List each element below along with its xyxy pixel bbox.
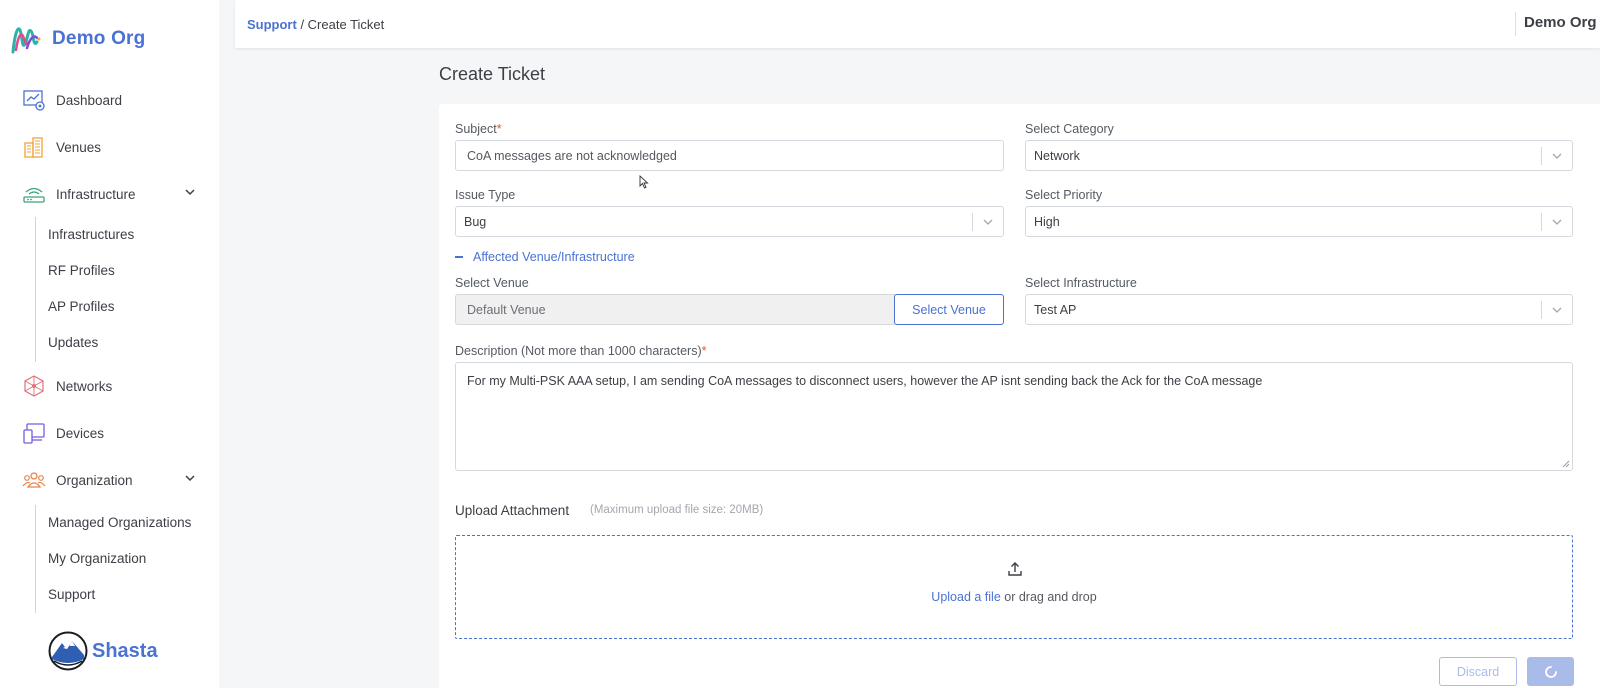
category-select[interactable]: Network <box>1025 140 1573 171</box>
venue-input-value: Default Venue <box>467 302 546 317</box>
sidebar-item-networks[interactable]: Networks <box>22 374 112 398</box>
venues-icon <box>22 135 46 159</box>
select-separator <box>972 213 973 231</box>
topbar: Support / Create Ticket Demo Org <box>235 0 1600 48</box>
devices-icon <box>22 421 46 445</box>
infrastructure-select[interactable]: Test AP <box>1025 294 1573 325</box>
subject-input-value: CoA messages are not acknowledged <box>467 148 677 163</box>
submenu-rail <box>35 217 36 362</box>
sidebar-subitem-rf-profiles[interactable]: RF Profiles <box>48 263 115 278</box>
sidebar-subitem-infrastructures[interactable]: Infrastructures <box>48 227 134 242</box>
chevron-down-icon[interactable] <box>182 470 198 486</box>
priority-select-value: High <box>1034 214 1060 229</box>
upload-file-link[interactable]: Upload a file <box>931 590 1001 604</box>
venue-label: Select Venue <box>455 276 529 290</box>
infrastructure-label: Select Infrastructure <box>1025 276 1137 290</box>
sidebar-item-devices[interactable]: Devices <box>22 421 104 445</box>
venue-input: Default Venue <box>455 294 895 325</box>
collapse-icon <box>455 256 463 258</box>
sidebar-item-label: Devices <box>56 425 105 441</box>
chevron-down-icon[interactable] <box>182 184 198 200</box>
affected-venue-toggle[interactable]: Affected Venue/Infrastructure <box>455 250 635 264</box>
breadcrumb: Support / Create Ticket <box>247 17 384 32</box>
category-select-value: Network <box>1034 148 1080 163</box>
sidebar-item-label: Dashboard <box>56 92 123 108</box>
sidebar-item-label: Venues <box>56 139 102 155</box>
footer-brand-name: Shasta <box>92 639 158 662</box>
upload-hint: (Maximum upload file size: 20MB) <box>590 504 764 516</box>
subject-input[interactable]: CoA messages are not acknowledged <box>455 140 1004 171</box>
affected-venue-toggle-label: Affected Venue/Infrastructure <box>473 250 635 264</box>
org-switcher[interactable]: Demo Org <box>1524 14 1597 31</box>
footer-brand: Shasta <box>48 631 158 671</box>
sidebar-subitem-support[interactable]: Support <box>48 587 95 602</box>
submit-button[interactable] <box>1527 657 1574 686</box>
chevron-down-icon <box>1552 307 1562 313</box>
loading-spinner-icon <box>1544 665 1557 678</box>
org-name: Demo Org <box>52 28 146 49</box>
org-logo-icon <box>11 27 41 54</box>
sidebar-item-organization[interactable]: Organization <box>22 468 197 492</box>
upload-instructions-rest: or drag and drop <box>1000 590 1097 604</box>
sidebar-item-label: Organization <box>56 472 133 488</box>
description-label: Description (Not more than 1000 characte… <box>455 344 707 358</box>
infrastructure-select-value: Test AP <box>1034 302 1077 317</box>
chevron-down-icon <box>1552 153 1562 159</box>
priority-select[interactable]: High <box>1025 206 1573 237</box>
chevron-down-icon <box>983 219 993 225</box>
select-separator <box>1541 147 1542 165</box>
issue-type-select-value: Bug <box>464 214 487 229</box>
submenu-rail <box>35 505 36 613</box>
infrastructure-icon <box>22 182 46 206</box>
shasta-logo-icon <box>48 631 88 671</box>
sidebar-item-dashboard[interactable]: Dashboard <box>22 88 122 112</box>
sidebar-item-label: Infrastructure <box>56 186 136 202</box>
sidebar-subitem-my-organization[interactable]: My Organization <box>48 551 146 566</box>
sidebar-subitem-managed-organizations[interactable]: Managed Organizations <box>48 515 191 530</box>
breadcrumb-separator: / <box>296 17 308 32</box>
description-textarea-value: For my Multi-PSK AAA setup, I am sending… <box>467 374 1263 388</box>
mouse-cursor-icon <box>639 175 649 189</box>
select-separator <box>1541 301 1542 319</box>
chevron-down-icon <box>1552 219 1562 225</box>
upload-instructions: Upload a file or drag and drop <box>456 590 1572 604</box>
select-venue-button[interactable]: Select Venue <box>894 294 1004 325</box>
topbar-divider <box>1515 12 1516 36</box>
sidebar-item-label: Networks <box>56 378 113 394</box>
issue-type-select[interactable]: Bug <box>455 206 1004 237</box>
sidebar-item-infrastructure[interactable]: Infrastructure <box>22 182 197 206</box>
dashboard-icon <box>22 88 46 112</box>
discard-button[interactable]: Discard <box>1439 657 1517 686</box>
sidebar-item-venues[interactable]: Venues <box>22 135 101 159</box>
upload-title: Upload Attachment <box>455 503 570 518</box>
sidebar-subitem-updates[interactable]: Updates <box>48 335 98 350</box>
networks-icon <box>22 374 46 398</box>
breadcrumb-current: Create Ticket <box>307 17 385 32</box>
description-textarea[interactable]: For my Multi-PSK AAA setup, I am sending… <box>455 362 1573 471</box>
priority-label: Select Priority <box>1025 188 1103 202</box>
organization-icon <box>22 468 46 492</box>
subject-label: Subject* <box>455 122 502 136</box>
upload-icon <box>1008 562 1022 576</box>
category-label: Select Category <box>1025 122 1114 136</box>
sidebar: Demo Org Dashboard Venues Infrastructure… <box>0 0 219 688</box>
upload-dropzone[interactable]: Upload a file or drag and drop <box>455 535 1573 639</box>
breadcrumb-support-link[interactable]: Support <box>247 17 297 32</box>
select-separator <box>1541 213 1542 231</box>
brand[interactable]: Demo Org <box>10 22 145 56</box>
resize-handle-icon[interactable] <box>1562 460 1570 468</box>
issue-type-label: Issue Type <box>455 188 516 202</box>
page-title: Create Ticket <box>439 64 546 84</box>
sidebar-subitem-ap-profiles[interactable]: AP Profiles <box>48 299 115 314</box>
